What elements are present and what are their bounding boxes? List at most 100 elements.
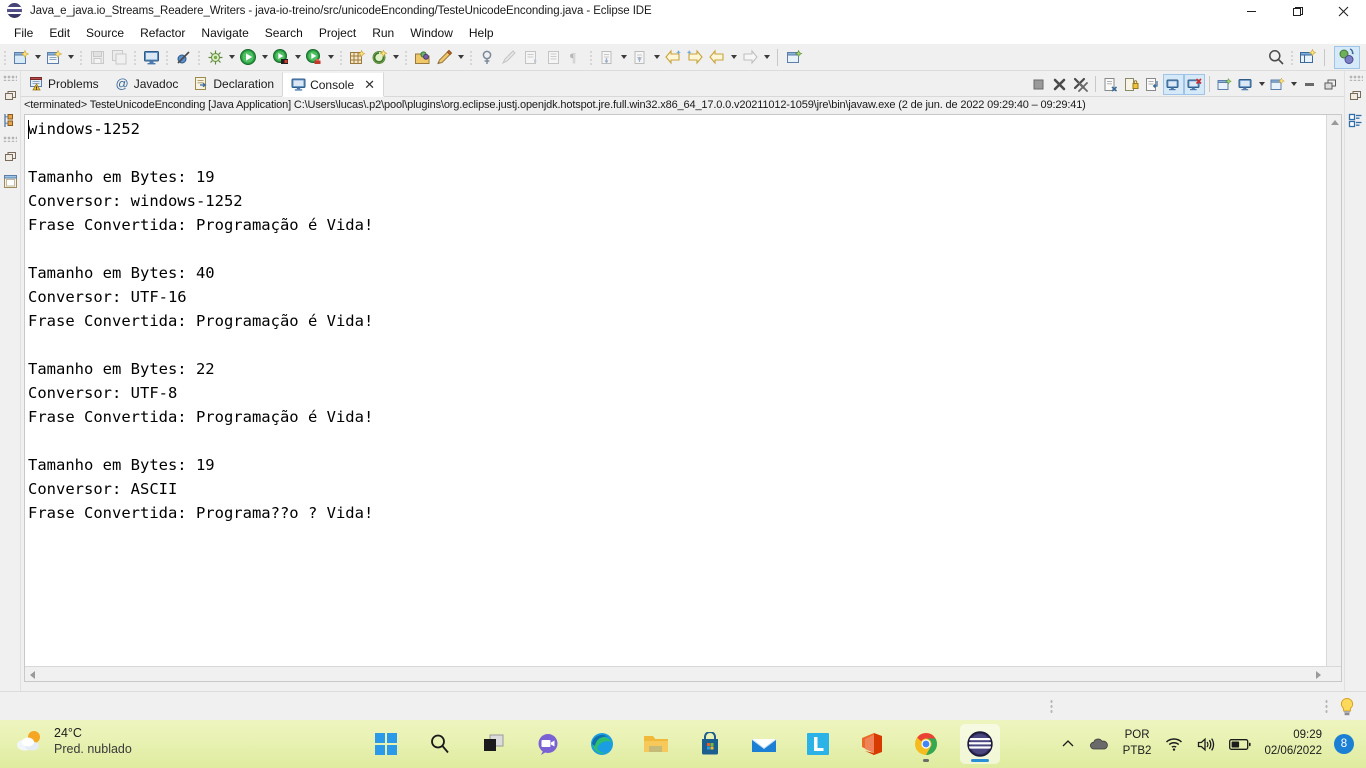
- mail-button[interactable]: [744, 724, 784, 764]
- new-package-icon[interactable]: [346, 46, 368, 68]
- open-type-dropdown[interactable]: [390, 46, 401, 68]
- start-button[interactable]: [366, 724, 406, 764]
- notification-center-button[interactable]: 8: [1332, 720, 1356, 768]
- remove-all-terminated-icon[interactable]: [1070, 74, 1091, 95]
- chrome-button[interactable]: [906, 724, 946, 764]
- display-selected-console-icon[interactable]: [1235, 74, 1256, 95]
- console-output-area[interactable]: windows-1252 Tamanho em Bytes: 19 Conver…: [24, 114, 1342, 682]
- minimize-icon[interactable]: [1299, 74, 1320, 95]
- close-icon[interactable]: ✕: [364, 78, 375, 91]
- forward-to-icon[interactable]: [684, 46, 706, 68]
- menu-file[interactable]: File: [6, 24, 41, 42]
- run-last-tool-icon[interactable]: [270, 46, 292, 68]
- restore-2-icon[interactable]: [0, 145, 21, 169]
- open-console-icon[interactable]: [140, 46, 162, 68]
- menu-window[interactable]: Window: [402, 24, 461, 42]
- open-console-icon[interactable]: [1267, 74, 1288, 95]
- coverage-dropdown[interactable]: [325, 46, 336, 68]
- eclipse-button[interactable]: [960, 724, 1000, 764]
- scroll-right-button[interactable]: [1311, 667, 1326, 681]
- scroll-up-button[interactable]: [1327, 115, 1341, 130]
- console-vertical-scrollbar[interactable]: [1326, 115, 1341, 681]
- forward-dropdown[interactable]: [761, 46, 772, 68]
- run-icon[interactable]: [237, 46, 259, 68]
- new-java-class-icon[interactable]: [43, 46, 65, 68]
- debug-icon[interactable]: [204, 46, 226, 68]
- volume-icon[interactable]: [1190, 720, 1222, 768]
- back-dropdown[interactable]: [728, 46, 739, 68]
- rail-grip[interactable]: [3, 136, 17, 142]
- language-indicator[interactable]: POR PTB2: [1116, 720, 1159, 768]
- run-last-tool-dropdown[interactable]: [292, 46, 303, 68]
- back-icon[interactable]: [706, 46, 728, 68]
- previous-edit-dropdown[interactable]: [651, 46, 662, 68]
- open-type-icon[interactable]: [368, 46, 390, 68]
- menu-search[interactable]: Search: [257, 24, 311, 42]
- close-button[interactable]: [1320, 0, 1366, 22]
- microsoft-store-button[interactable]: [690, 724, 730, 764]
- rail-grip[interactable]: [1348, 75, 1363, 81]
- chat-button[interactable]: [528, 724, 568, 764]
- office-button[interactable]: [852, 724, 892, 764]
- tab-problems[interactable]: Problems: [21, 71, 107, 96]
- open-perspective-icon[interactable]: [1297, 46, 1319, 68]
- file-explorer-button[interactable]: [636, 724, 676, 764]
- weather-widget[interactable]: 24°C Pred. nublado: [14, 726, 132, 757]
- menu-source[interactable]: Source: [78, 24, 132, 42]
- onedrive-icon[interactable]: [1082, 720, 1116, 768]
- restore-icon[interactable]: [1345, 84, 1366, 108]
- tab-console[interactable]: Console ✕: [282, 71, 385, 97]
- new-window-icon[interactable]: [783, 46, 805, 68]
- task-list-icon[interactable]: [1345, 108, 1366, 132]
- skip-breakpoints-icon[interactable]: [172, 46, 194, 68]
- battery-icon[interactable]: [1222, 720, 1258, 768]
- display-selected-console-dropdown[interactable]: [1256, 73, 1267, 95]
- search-scope-icon[interactable]: [476, 46, 498, 68]
- status-grip[interactable]: [1325, 699, 1328, 713]
- minimize-button[interactable]: [1228, 0, 1274, 22]
- edit-dropdown[interactable]: [455, 46, 466, 68]
- show-console-on-output-icon[interactable]: [1163, 73, 1184, 95]
- clear-console-icon[interactable]: [1100, 74, 1121, 95]
- linkedin-button[interactable]: [798, 724, 838, 764]
- open-task-icon[interactable]: [411, 46, 433, 68]
- menu-navigate[interactable]: Navigate: [193, 24, 256, 42]
- maximize-button[interactable]: [1274, 0, 1320, 22]
- new-wizard-dropdown[interactable]: [32, 46, 43, 68]
- task-view-button[interactable]: [474, 724, 514, 764]
- menu-run[interactable]: Run: [364, 24, 402, 42]
- menu-project[interactable]: Project: [311, 24, 364, 42]
- maximize-icon[interactable]: [1320, 74, 1341, 95]
- search-icon[interactable]: [1265, 46, 1287, 68]
- scroll-left-button[interactable]: [25, 667, 40, 681]
- menu-refactor[interactable]: Refactor: [132, 24, 193, 42]
- next-edit-dropdown[interactable]: [618, 46, 629, 68]
- menu-help[interactable]: Help: [461, 24, 502, 42]
- menu-edit[interactable]: Edit: [41, 24, 78, 42]
- run-dropdown[interactable]: [259, 46, 270, 68]
- new-java-class-dropdown[interactable]: [65, 46, 76, 68]
- scroll-lock-icon[interactable]: [1121, 74, 1142, 95]
- outline-icon[interactable]: [0, 169, 21, 193]
- pin-console-icon[interactable]: [1214, 74, 1235, 95]
- word-wrap-icon[interactable]: [1142, 74, 1163, 95]
- coverage-icon[interactable]: [303, 46, 325, 68]
- console-horizontal-scrollbar[interactable]: [25, 666, 1341, 681]
- new-wizard-icon[interactable]: [10, 46, 32, 68]
- debug-dropdown[interactable]: [226, 46, 237, 68]
- status-grip[interactable]: [1050, 699, 1053, 713]
- show-console-on-error-icon[interactable]: [1184, 73, 1205, 95]
- edit-icon[interactable]: [433, 46, 455, 68]
- wifi-icon[interactable]: [1158, 720, 1190, 768]
- restore-icon[interactable]: [0, 84, 21, 108]
- java-perspective-icon[interactable]: [1334, 45, 1360, 69]
- chevron-up-icon[interactable]: [1054, 720, 1082, 768]
- remove-launch-icon[interactable]: [1049, 74, 1070, 95]
- package-explorer-icon[interactable]: [0, 108, 21, 132]
- light-bulb-icon[interactable]: [1338, 697, 1356, 717]
- tab-declaration[interactable]: Declaration: [186, 71, 282, 96]
- back-to-icon[interactable]: [662, 46, 684, 68]
- tab-javadoc[interactable]: @ Javadoc: [107, 71, 187, 96]
- rail-grip[interactable]: [3, 75, 17, 81]
- search-button[interactable]: [420, 724, 460, 764]
